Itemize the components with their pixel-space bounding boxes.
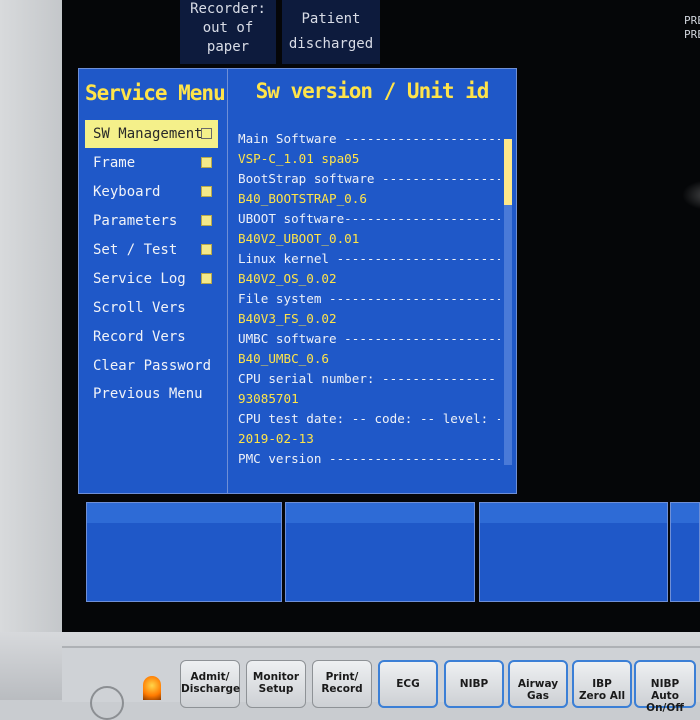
- soft-key-3[interactable]: [479, 502, 668, 602]
- service-menu-item-label: Record Vers: [93, 329, 186, 345]
- service-menu-item[interactable]: Frame: [85, 149, 218, 177]
- version-value: B40V2_OS_0.02: [238, 271, 337, 286]
- alarm-line: paper: [206, 39, 250, 55]
- hardware-key-label: Admit/ Discharge: [181, 671, 241, 695]
- version-label: Main Software ----------------------: [238, 131, 500, 146]
- service-menu-item[interactable]: Set / Test: [85, 236, 218, 264]
- hardware-key[interactable]: NIBP: [444, 660, 504, 708]
- screen-glare: [682, 180, 700, 210]
- service-menu-item[interactable]: Parameters: [85, 207, 218, 235]
- alarm-line: Recorder:: [190, 1, 266, 17]
- hardware-key-label: NIBP Auto On/Off: [646, 678, 684, 714]
- hardware-key-label: NIBP: [459, 678, 489, 690]
- submenu-icon: [201, 215, 212, 226]
- service-menu-item[interactable]: Keyboard: [85, 178, 218, 206]
- corner-line: PRE: [684, 28, 700, 41]
- version-label: File system -----------------------: [238, 291, 500, 306]
- hardware-key[interactable]: IBP Zero All: [572, 660, 632, 708]
- service-menu-item-label: Keyboard: [93, 184, 161, 200]
- service-menu-panel: Service Menu SW Management Frame Keyboard P…: [78, 68, 228, 494]
- submenu-icon: [201, 273, 212, 284]
- version-label: BootStrap software ----------------: [238, 171, 500, 186]
- sw-version-title: Sw version / Unit id: [255, 79, 490, 103]
- hardware-key[interactable]: ECG: [378, 660, 438, 708]
- soft-key-4[interactable]: [670, 502, 700, 602]
- version-value: B40_UMBC_0.6: [238, 351, 329, 366]
- version-label: CPU test date: -- code: -- level: --: [238, 411, 500, 426]
- version-value: 2019-02-13: [238, 431, 314, 446]
- hardware-key[interactable]: Airway Gas: [508, 660, 568, 708]
- version-value: 93085701: [238, 391, 299, 406]
- service-menu-item[interactable]: Service Log: [85, 265, 218, 293]
- alarm-recorder-out-of-paper[interactable]: Recorder: out of paper: [180, 0, 276, 64]
- alarm-patient-discharged[interactable]: Patient discharged: [282, 0, 380, 64]
- hardware-key-label: Airway Gas: [517, 678, 559, 702]
- service-menu-title: Service Menu: [85, 81, 226, 105]
- service-menu-item[interactable]: SW Management: [85, 120, 218, 148]
- version-value: B40_BOOTSTRAP_0.6: [238, 191, 367, 206]
- alarm-line: out of: [202, 20, 254, 36]
- monitor-bezel: [0, 0, 62, 640]
- hardware-key-label: Monitor Setup: [252, 671, 300, 695]
- hardware-key[interactable]: NIBP Auto On/Off: [634, 660, 696, 714]
- service-menu-item-label: Scroll Vers: [93, 300, 186, 316]
- service-menu-item-label: Set / Test: [93, 242, 178, 258]
- submenu-icon: [201, 128, 212, 139]
- corner-status-text: PRE PRE: [684, 14, 700, 42]
- soft-key-1[interactable]: [86, 502, 282, 602]
- version-value: VSP-C_1.01 spa05: [238, 151, 360, 166]
- version-label: CPU serial number: ---------------: [238, 371, 496, 386]
- version-label: Linux kernel ----------------------: [238, 251, 500, 266]
- submenu-icon: [201, 186, 212, 197]
- corner-line: PRE: [684, 14, 700, 27]
- version-label: PMC version -----------------------: [238, 451, 500, 466]
- soft-key-2[interactable]: [285, 502, 475, 602]
- version-scrollbar[interactable]: [504, 139, 512, 465]
- version-label: UMBC software ---------------------: [238, 331, 500, 346]
- version-label: UBOOT software---------------------: [238, 211, 500, 226]
- alarm-line: Patient: [301, 11, 361, 27]
- submenu-icon: [201, 157, 212, 168]
- hardware-key-label: Print/ Record: [321, 671, 363, 695]
- sw-version-panel: Sw version / Unit id Main Software -----…: [227, 68, 517, 494]
- service-menu-item-label: Parameters: [93, 213, 178, 229]
- service-menu-item-label: Clear Password: [93, 358, 212, 374]
- power-icon[interactable]: [90, 686, 124, 720]
- service-menu-item-label: Service Log: [93, 271, 186, 287]
- hardware-key-label: IBP Zero All: [578, 678, 626, 702]
- alarm-line: discharged: [288, 36, 374, 52]
- service-menu-item[interactable]: Record Vers: [85, 323, 218, 351]
- hardware-key[interactable]: Print/ Record: [312, 660, 372, 708]
- service-menu-item-label: Frame: [93, 155, 136, 171]
- service-menu-item[interactable]: Clear Password: [85, 352, 218, 380]
- hardware-key-label: ECG: [396, 678, 420, 690]
- service-menu-item[interactable]: Previous Menu: [85, 380, 218, 408]
- version-scrollbar-thumb[interactable]: [504, 139, 512, 205]
- service-menu-item-label: SW Management: [93, 126, 203, 142]
- submenu-icon: [201, 244, 212, 255]
- service-menu-item[interactable]: Scroll Vers: [85, 294, 218, 322]
- hardware-key[interactable]: Monitor Setup: [246, 660, 306, 708]
- service-menu-item-label: Previous Menu: [93, 386, 203, 402]
- power-led-icon: [143, 676, 161, 700]
- hardware-key[interactable]: Admit/ Discharge: [180, 660, 240, 708]
- version-value: B40V3_FS_0.02: [238, 311, 337, 326]
- version-value: B40V2_UBOOT_0.01: [238, 231, 360, 246]
